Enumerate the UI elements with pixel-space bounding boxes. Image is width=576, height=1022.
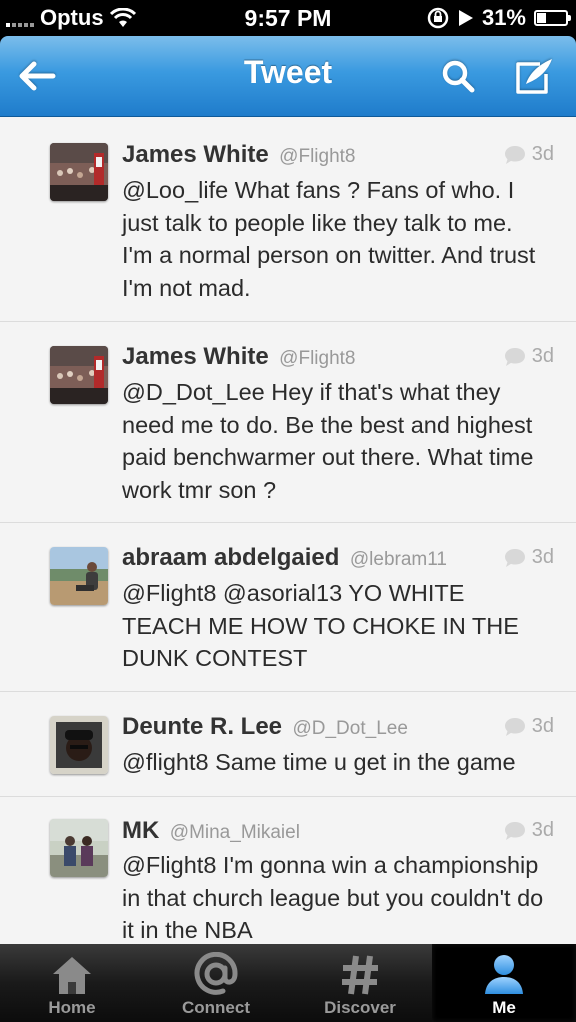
- page-title: Tweet: [243, 54, 333, 90]
- tab-me[interactable]: Me: [432, 944, 576, 1022]
- tweet-text: @Flight8 I'm gonna win a championship in…: [122, 852, 544, 943]
- person-icon: [485, 955, 523, 994]
- author-handle: @lebram11: [349, 549, 447, 570]
- status-bar: Optus 9:57 PM 31%: [0, 0, 576, 36]
- author-name[interactable]: James White: [122, 343, 269, 370]
- play-icon: [458, 10, 473, 26]
- tweet-text: @flight8 Same time u get in the game: [122, 749, 516, 775]
- tab-me-label: Me: [492, 998, 516, 1017]
- reply-bubble-icon: [504, 347, 525, 366]
- status-right-group: 31%: [426, 5, 571, 31]
- tab-home-label: Home: [48, 998, 96, 1017]
- reply-bubble-icon: [504, 821, 525, 840]
- tweet-row[interactable]: Deunte R. Lee @D_Dot_Lee 3d @flight8 Sam…: [0, 692, 576, 797]
- tweet-header: James White @Flight8 3d: [122, 141, 554, 171]
- author-handle: @Flight8: [279, 146, 356, 167]
- battery-percent: 31%: [481, 5, 526, 30]
- tweet-row[interactable]: James White @Flight8 3d @Loo_life What f…: [0, 117, 576, 322]
- tweet-timestamp: 3d: [504, 715, 554, 738]
- tab-discover[interactable]: Discover: [288, 944, 432, 1022]
- author-handle: @D_Dot_Lee: [292, 718, 408, 739]
- tweet-header: Deunte R. Lee @D_Dot_Lee 3d: [122, 713, 554, 743]
- search-icon: [442, 60, 475, 93]
- tweet-timestamp: 3d: [504, 819, 554, 842]
- reply-bubble-icon: [504, 548, 525, 567]
- hash-icon: [342, 955, 378, 995]
- author-name[interactable]: MK: [122, 817, 159, 844]
- reply-bubble-icon: [504, 145, 525, 164]
- tab-connect-label: Connect: [182, 998, 250, 1017]
- avatar[interactable]: [50, 346, 108, 404]
- search-button[interactable]: [436, 54, 480, 98]
- tab-bar: Home Connect Discover Me: [0, 944, 576, 1022]
- tweet-header: James White @Flight8 3d: [122, 343, 554, 373]
- tweet-header: MK @Mina_Mikaiel 3d: [122, 817, 554, 847]
- home-icon: [53, 957, 91, 994]
- avatar[interactable]: [50, 716, 108, 774]
- tweet-list[interactable]: James White @Flight8 3d @Loo_life What f…: [0, 117, 576, 944]
- author-handle: @Flight8: [279, 348, 356, 369]
- avatar[interactable]: [50, 143, 108, 201]
- rotation-lock-icon: [427, 7, 449, 29]
- avatar[interactable]: [50, 547, 108, 605]
- compose-button[interactable]: [512, 54, 556, 98]
- tab-home[interactable]: Home: [0, 944, 144, 1022]
- author-name[interactable]: James White: [122, 141, 269, 168]
- tweet-row[interactable]: MK @Mina_Mikaiel 3d @Flight8 I'm gonna w…: [0, 797, 576, 944]
- tweet-row[interactable]: abraam abdelgaied @lebram11 3d @Flight8 …: [0, 523, 576, 692]
- author-name[interactable]: abraam abdelgaied: [122, 544, 339, 571]
- tab-connect[interactable]: Connect: [144, 944, 288, 1022]
- tweet-header: abraam abdelgaied @lebram11 3d: [122, 544, 554, 574]
- compose-icon: [516, 59, 552, 94]
- avatar[interactable]: [50, 819, 108, 877]
- author-name[interactable]: Deunte R. Lee: [122, 713, 282, 740]
- tweet-text: @D_Dot_Lee Hey if that's what they need …: [122, 379, 534, 503]
- tweet-text: @Flight8 @asorial13 YO WHITE TEACH ME HO…: [122, 580, 519, 671]
- author-handle: @Mina_Mikaiel: [169, 822, 300, 843]
- reply-bubble-icon: [504, 717, 525, 736]
- battery-icon: [534, 10, 571, 26]
- tab-discover-label: Discover: [324, 998, 396, 1017]
- tweet-text: @Loo_life What fans ? Fans of who. I jus…: [122, 177, 536, 301]
- tweet-timestamp: 3d: [504, 143, 554, 166]
- tweet-timestamp: 3d: [504, 546, 554, 569]
- tweet-row[interactable]: James White @Flight8 3d @D_Dot_Lee Hey i…: [0, 322, 576, 523]
- tweet-timestamp: 3d: [504, 345, 554, 368]
- at-icon: [194, 952, 238, 995]
- nav-bar: Tweet: [0, 36, 576, 117]
